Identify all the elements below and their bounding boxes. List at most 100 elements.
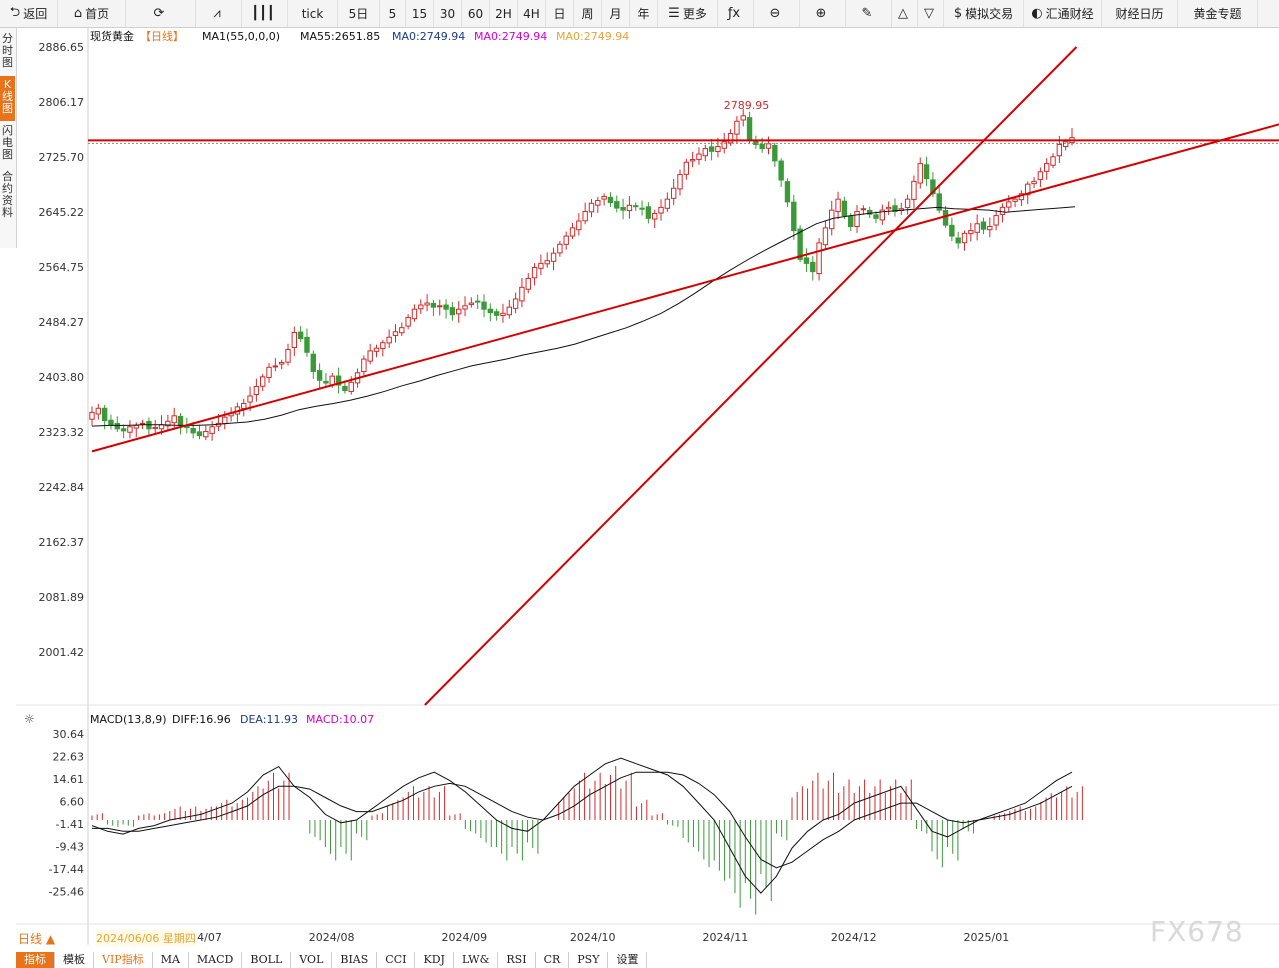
candle [633, 202, 639, 211]
y-tick-label: 2725.70 [39, 151, 85, 164]
toolbar-item-17[interactable]: ☰ 更多 [658, 0, 718, 27]
toolbar-item-22[interactable]: △ [892, 0, 918, 27]
toolbar-item-26[interactable]: 财经日历 [1102, 0, 1178, 27]
macd-chart[interactable]: 30.64 22.63 14.61 6.60 -1.41 -9.43 -17.44 -25.4… [49, 728, 1083, 915]
candle [437, 299, 443, 316]
macd-value: MACD:10.07 [306, 713, 374, 726]
toolbar-item-15[interactable]: 月 [602, 0, 630, 27]
candle [481, 294, 487, 318]
indicator-tab-8[interactable]: CCI [377, 952, 416, 968]
candle [418, 299, 424, 315]
toolbar-item-21[interactable]: ✎ [846, 0, 892, 27]
toolbar-item-27[interactable]: 黄金专题 [1178, 0, 1258, 27]
candle-body [1012, 198, 1018, 202]
candle-body [949, 224, 955, 237]
price-chart[interactable]: 2886.65 2806.17 2725.70 2645.22 2564.75 2484.… [16, 27, 1279, 945]
toolbar-item-6[interactable]: 5日 [338, 0, 380, 27]
candle [487, 303, 494, 322]
candle [449, 302, 456, 321]
indicator-tab-13[interactable]: PSY [569, 952, 609, 968]
indicator-tab-4[interactable]: MACD [189, 952, 243, 968]
candle [778, 158, 784, 187]
candle-body [424, 302, 430, 306]
toolbar-label: 日 [553, 7, 566, 21]
toolbar-item-5[interactable]: tick [288, 0, 338, 27]
candle-body [683, 161, 690, 175]
candle [835, 191, 841, 220]
toolbar-item-19[interactable]: ⊖ [754, 0, 800, 27]
indicator-tab-7[interactable]: BIAS [332, 952, 378, 968]
candle-body [759, 143, 765, 150]
candle-body [576, 220, 582, 231]
candle [506, 299, 512, 319]
toolbar-item-12[interactable]: 4H [518, 0, 546, 27]
candle-body [670, 187, 677, 199]
toolbar-item-9[interactable]: 30 [434, 0, 462, 27]
candle-body [158, 424, 165, 430]
toolbar-item-4[interactable]: ┃┃┃ [242, 0, 288, 27]
candle [203, 425, 209, 441]
candle [323, 372, 329, 387]
toolbar-item-3[interactable]: ⩘ [196, 0, 242, 27]
toolbar-label: 5日 [348, 7, 369, 21]
toolbar-item-8[interactable]: 15 [406, 0, 434, 27]
candle [968, 223, 974, 242]
candle-body [114, 423, 120, 430]
indicator-tab-5[interactable]: BOLL [242, 952, 292, 968]
toolbar-item-23[interactable]: ▽ [918, 0, 944, 27]
candle-body [247, 395, 253, 403]
macd-y-tick: 14.61 [53, 773, 85, 786]
candle [639, 200, 645, 216]
period-label: 【日线】 [140, 29, 184, 43]
toolbar-item-20[interactable]: ⊕ [800, 0, 846, 27]
macd-dea: DEA:11.93 [240, 713, 298, 726]
toolbar-item-25[interactable]: ◐ 汇通财经 [1024, 0, 1102, 27]
indicator-tab-2[interactable]: VIP指标 [94, 952, 153, 968]
symbol-label: 现货黄金 [90, 29, 134, 43]
candle [120, 424, 127, 439]
high-annotation: 2789.95 [724, 99, 770, 112]
indicator-tab-3[interactable]: MA [153, 952, 189, 968]
toolbar-item-10[interactable]: 60 [462, 0, 490, 27]
ma0-label-a: MA0:2749.94 [392, 30, 465, 43]
indicator-tab-14[interactable]: 设置 [608, 952, 648, 968]
candle [620, 198, 626, 220]
toolbar-item-13[interactable]: 日 [546, 0, 574, 27]
candle-body [101, 407, 108, 422]
toolbar-item-11[interactable]: 2H [490, 0, 518, 27]
candle-body [715, 146, 721, 153]
toolbar-item-2[interactable]: ⟳ [126, 0, 196, 27]
candle-body [373, 347, 380, 352]
toolbar-item-16[interactable]: 年 [630, 0, 658, 27]
candle [892, 198, 898, 217]
candle-body [241, 403, 247, 409]
toolbar-item-14[interactable]: 周 [574, 0, 602, 27]
candle-body [272, 365, 279, 368]
candle [614, 195, 620, 213]
candle [430, 299, 437, 317]
candle-body [803, 257, 810, 264]
toolbar-label: 周 [581, 7, 594, 21]
candle-body [550, 252, 557, 262]
candle-body [1050, 156, 1056, 166]
candle-body [209, 426, 215, 434]
toolbar-item-7[interactable]: 5 [380, 0, 406, 27]
toolbar-item-0[interactable]: ⮌ 返回 [0, 0, 58, 27]
toolbar-item-18[interactable]: ƒx [718, 0, 754, 27]
candle [923, 156, 930, 187]
period-indicator[interactable]: 日线 ▲ [18, 930, 55, 947]
indicator-tab-6[interactable]: VOL [291, 952, 333, 968]
macd-settings-icon[interactable]: ☼ [24, 712, 35, 726]
toolbar-item-1[interactable]: ⌂ 首页 [58, 0, 126, 27]
indicator-tab-1[interactable]: 模板 [55, 952, 94, 968]
candle [664, 192, 671, 212]
candle [550, 247, 557, 271]
indicator-tab-9[interactable]: KDJ [415, 952, 454, 968]
indicator-tab-0[interactable]: 指标 [16, 952, 55, 968]
indicator-tab-12[interactable]: CR [536, 952, 570, 968]
toolbar-item-24[interactable]: $ 模拟交易 [944, 0, 1024, 27]
indicator-tab-10[interactable]: LW& [454, 952, 499, 968]
indicator-tab-11[interactable]: RSI [498, 952, 536, 968]
candle [538, 254, 544, 276]
candle [316, 363, 323, 389]
